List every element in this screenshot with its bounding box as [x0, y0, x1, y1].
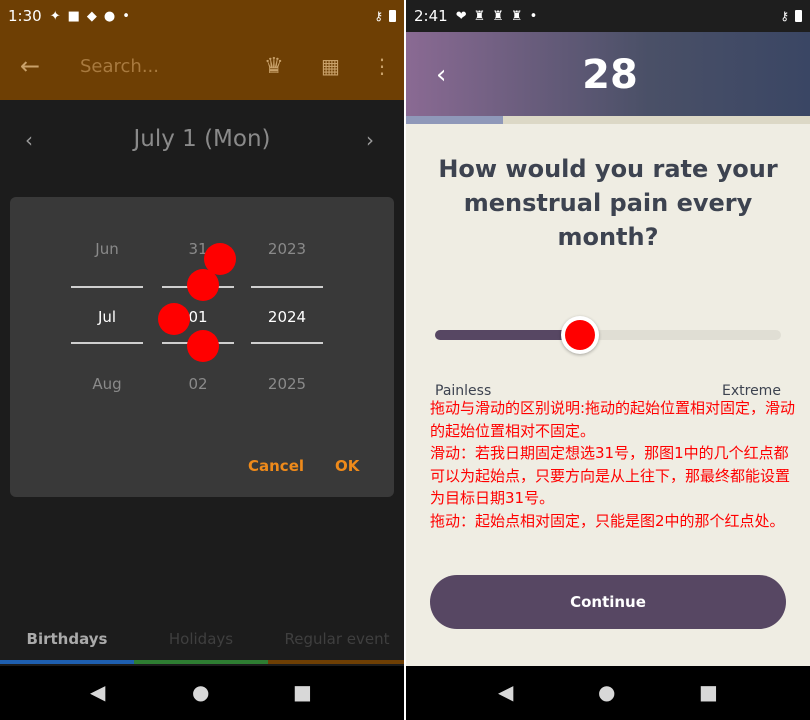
- event-tabs: Birthdays Holidays Regular event: [0, 620, 404, 665]
- question-text: How would you rate your menstrual pain e…: [438, 155, 778, 251]
- month-picker[interactable]: Jun Jul Aug: [71, 197, 143, 397]
- red-marker-dot: [158, 303, 190, 335]
- onboarding-progress-bar: [406, 116, 810, 124]
- tab-holidays[interactable]: Holidays: [134, 630, 268, 648]
- month-selected[interactable]: Jul: [71, 308, 143, 326]
- divider: [71, 286, 143, 288]
- slider-fill: [435, 330, 581, 340]
- red-marker-dot: [187, 269, 219, 301]
- system-nav-bar: ◀ ● ■: [0, 666, 404, 720]
- chess-icon: ♜: [492, 8, 504, 24]
- status-time: 1:30: [8, 7, 42, 25]
- search-input[interactable]: Search...: [80, 56, 159, 77]
- pain-slider-track[interactable]: [435, 330, 781, 340]
- home-circle-icon[interactable]: ●: [598, 680, 615, 704]
- divider: [251, 286, 323, 288]
- red-marker-dot: [187, 330, 219, 362]
- year-prev[interactable]: 2023: [251, 240, 323, 258]
- square-icon: ■: [67, 8, 80, 24]
- right-phone-screen: 2:41 ❤ ♜ ♜ ♜ • ⚷ ‹ 28 How would you rate…: [406, 0, 810, 720]
- tab-regular-event[interactable]: Regular event: [270, 630, 404, 648]
- heart-icon: ❤: [455, 8, 467, 24]
- date-title: July 1 (Mon): [133, 126, 271, 152]
- chevron-right-icon[interactable]: ›: [366, 128, 374, 152]
- chess-icon: ♜: [473, 8, 486, 24]
- dot-icon: •: [529, 8, 538, 24]
- recents-square-icon[interactable]: ■: [293, 680, 312, 704]
- key-icon: ⚷: [780, 9, 789, 23]
- crown-icon[interactable]: ♛: [264, 54, 284, 79]
- day-next[interactable]: 02: [162, 375, 234, 393]
- key-icon: ⚷: [374, 9, 383, 23]
- tab-indicator: [0, 660, 134, 664]
- more-vert-icon[interactable]: ⋮: [372, 54, 392, 78]
- year-selected[interactable]: 2024: [251, 308, 323, 326]
- continue-button[interactable]: Continue: [430, 575, 786, 629]
- back-chevron-icon[interactable]: ‹: [436, 60, 446, 90]
- month-next[interactable]: Aug: [71, 375, 143, 393]
- battery-icon: [389, 10, 396, 22]
- back-triangle-icon[interactable]: ◀: [90, 680, 105, 704]
- cancel-button[interactable]: Cancel: [248, 457, 304, 475]
- app-header: ‹ 28: [406, 32, 810, 116]
- app-bar: ← Search... ♛ ▦ ⋮: [0, 32, 404, 100]
- date-navigator: ‹ July 1 (Mon) ›: [0, 100, 404, 180]
- chess-icon: ♜: [510, 8, 523, 24]
- ok-button[interactable]: OK: [335, 457, 359, 475]
- grid-icon[interactable]: ▦: [321, 54, 340, 78]
- divider: [71, 342, 143, 344]
- bell-icon: ◆: [86, 8, 97, 24]
- status-bar: 2:41 ❤ ♜ ♜ ♜ • ⚷: [406, 0, 810, 32]
- paw-icon: ●: [103, 8, 116, 24]
- dot-icon: •: [122, 8, 130, 24]
- year-picker[interactable]: 2023 2024 2025: [251, 197, 323, 397]
- tab-indicator: [268, 660, 404, 664]
- tab-birthdays[interactable]: Birthdays: [0, 630, 134, 648]
- divider: [251, 342, 323, 344]
- svg-text:28: 28: [582, 52, 638, 98]
- recents-square-icon[interactable]: ■: [699, 680, 718, 704]
- back-arrow-icon[interactable]: ←: [20, 52, 40, 80]
- back-triangle-icon[interactable]: ◀: [498, 680, 513, 704]
- app-logo: 28: [582, 52, 638, 98]
- status-time: 2:41: [414, 7, 448, 25]
- year-next[interactable]: 2025: [251, 375, 323, 393]
- notification-icon: ✦: [49, 8, 61, 24]
- system-nav-bar: ◀ ● ■: [406, 666, 810, 720]
- battery-icon: [795, 10, 802, 22]
- month-prev[interactable]: Jun: [71, 240, 143, 258]
- annotation-note: 拖动与滑动的区别说明:拖动的起始位置相对固定，滑动的起始位置相对不固定。 滑动：…: [430, 399, 796, 530]
- status-bar: 1:30 ✦ ■ ◆ ● • ⚷: [0, 0, 404, 32]
- home-circle-icon[interactable]: ●: [192, 680, 209, 704]
- left-phone-screen: 1:30 ✦ ■ ◆ ● • ⚷ ← Search... ♛ ▦ ⋮ ‹ Jul…: [0, 0, 404, 720]
- progress-fill: [406, 116, 503, 124]
- tab-indicator: [134, 660, 268, 664]
